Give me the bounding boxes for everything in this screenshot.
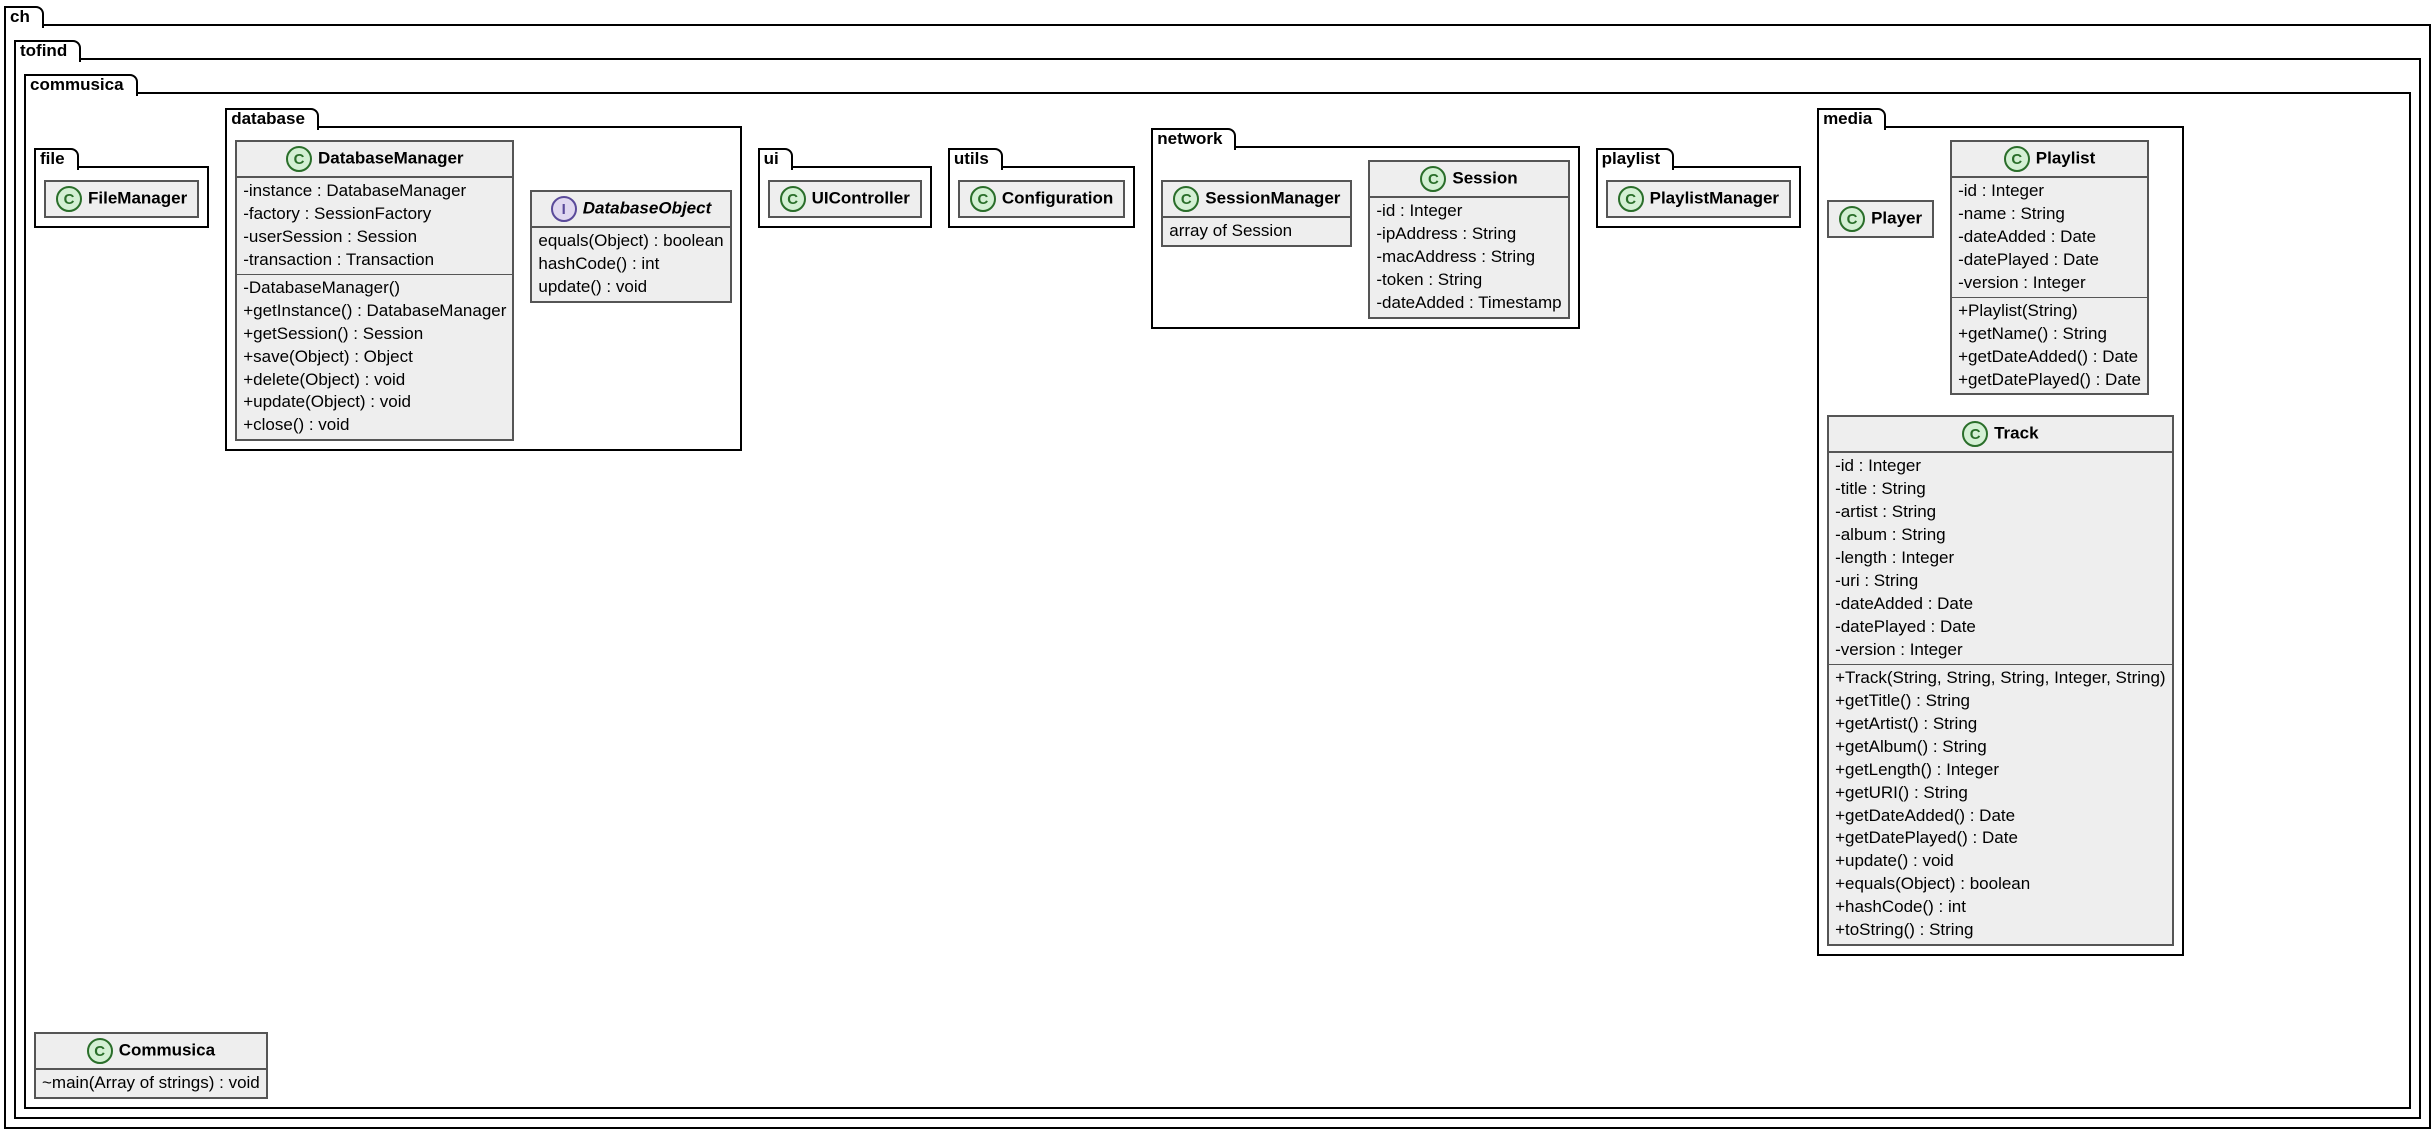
package-playlist: playlist CPlaylistManager [1596,166,1801,228]
class-name: Session [1452,168,1517,187]
operations: +Track(String, String, String, Integer, … [1829,664,2172,944]
package-tab: file [34,148,79,170]
class-name: PlaylistManager [1650,188,1779,207]
class-configuration[interactable]: C Configuration [958,180,1125,218]
class-name: Track [1994,424,2038,443]
class-icon: C [87,1038,113,1064]
class-icon: C [1420,166,1446,192]
class-commusica[interactable]: C Commusica ~main(Array of strings) : voi… [34,1032,268,1099]
class-icon: C [1839,206,1865,232]
package-tofind: tofind commusica file CFileManager datab… [14,58,2421,1119]
class-sessionmanager[interactable]: C SessionManager array of Session [1161,180,1352,247]
package-contents-row: file C FileManager database C DatabaseMana… [34,106,2401,1099]
attributes: -id : Integer -ipAddress : String -macAd… [1370,197,1567,317]
attributes: array of Session [1163,217,1350,245]
package-tab: utils [948,148,1003,170]
interface-databaseobject[interactable]: I DatabaseObject equals(Object) : boolean… [530,190,731,303]
class-icon: C [286,146,312,172]
class-icon: C [1173,186,1199,212]
package-tab: ch [4,6,44,28]
package-database: database CDatabaseManager -instance : Da… [225,126,741,451]
class-icon: C [780,186,806,212]
interface-icon: I [551,196,577,222]
package-tab: database [225,108,319,130]
class-filemanager[interactable]: C FileManager [44,180,199,218]
package-commusica: commusica file CFileManager database CDa… [24,92,2411,1109]
class-uicontroller[interactable]: C UIController [768,180,922,218]
operations: +Playlist(String) +getName() : String +g… [1952,297,2147,394]
package-file: file CFileManager [34,166,209,228]
class-icon: C [1962,421,1988,447]
attributes: -instance : DatabaseManager -factory : S… [237,177,512,274]
class-name: UIController [812,188,910,207]
package-tab: ui [758,148,793,170]
package-tab: media [1817,108,1886,130]
class-name: FileManager [88,188,187,207]
class-icon: C [56,186,82,212]
package-tab: playlist [1596,148,1675,170]
class-name: Playlist [2036,148,2096,167]
class-name: DatabaseObject [583,198,712,217]
class-name: Player [1871,208,1922,227]
class-name: SessionManager [1205,188,1340,207]
class-name: DatabaseManager [318,148,464,167]
class-icon: C [1618,186,1644,212]
class-name: Commusica [119,1041,215,1060]
operations: equals(Object) : boolean hashCode() : in… [532,227,729,301]
class-session[interactable]: C Session -id : Integer -ipAddress : Stri… [1368,160,1569,319]
package-tab: network [1151,128,1236,150]
package-tab: commusica [24,74,138,96]
class-icon: C [2004,146,2030,172]
operations: ~main(Array of strings) : void [36,1069,266,1097]
class-player[interactable]: C Player [1827,200,1934,238]
class-track[interactable]: C Track -id : Integer -title : String -ar… [1827,415,2174,946]
package-ch: ch tofind commusica file CFileManager da… [4,24,2431,1129]
class-databasemanager[interactable]: C DatabaseManager -instance : DatabaseMan… [235,140,514,441]
class-playlistmanager[interactable]: C PlaylistManager [1606,180,1791,218]
package-tab: tofind [14,40,81,62]
package-network: network CSessionManager array of Session… [1151,146,1579,329]
class-playlist[interactable]: C Playlist -id : Integer -name : String -… [1950,140,2149,395]
package-ui: ui CUIController [758,166,932,228]
package-media: media CPlayer CPlaylist -id : Integer -n… [1817,126,2184,956]
class-icon: C [970,186,996,212]
operations: -DatabaseManager() +getInstance() : Data… [237,274,512,440]
package-utils: utils CConfiguration [948,166,1135,228]
class-name: Configuration [1002,188,1113,207]
attributes: -id : Integer -name : String -dateAdded … [1952,177,2147,297]
attributes: -id : Integer -title : String -artist : … [1829,452,2172,663]
